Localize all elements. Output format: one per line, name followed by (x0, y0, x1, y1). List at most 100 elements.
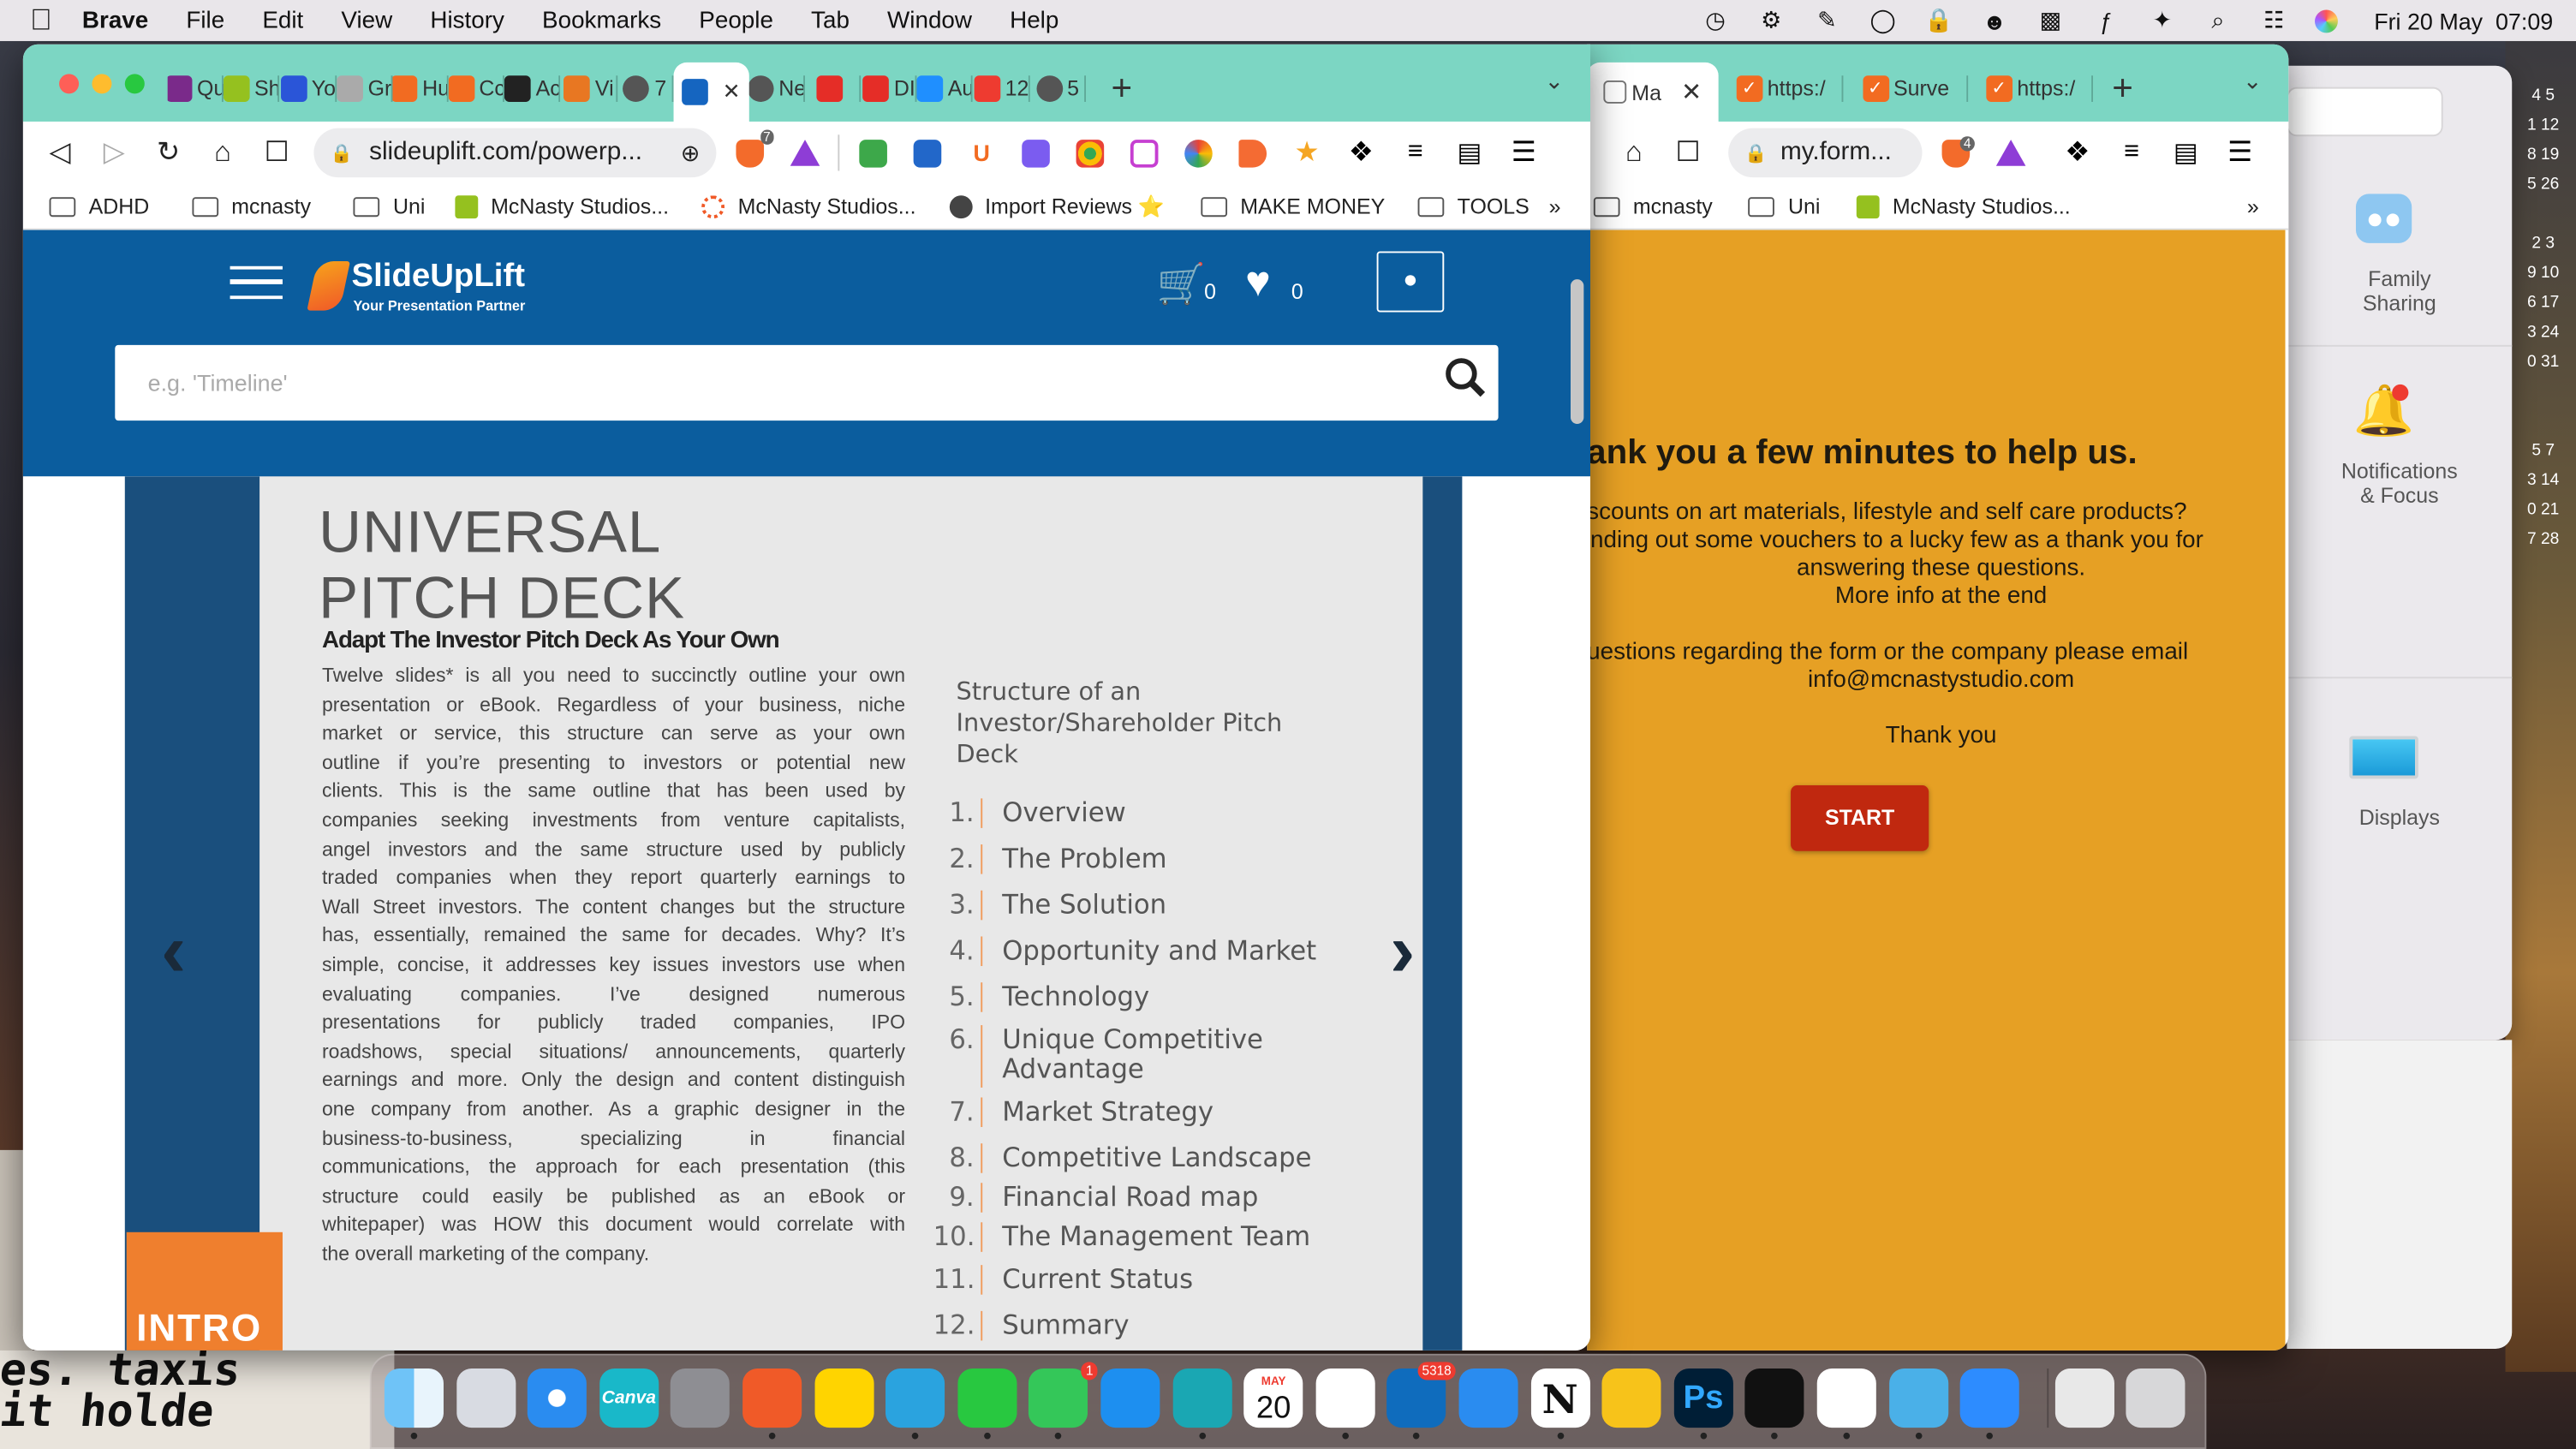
wallet-icon[interactable]: ▤ (2159, 128, 2213, 178)
menu-history[interactable]: History (430, 8, 504, 34)
forward-icon[interactable]: ▷ (87, 128, 141, 178)
tab-10[interactable]: Ne (748, 62, 805, 114)
outlook-icon[interactable]: 5318 (1386, 1362, 1457, 1428)
bookmark-item[interactable]: mcnasty (192, 194, 311, 218)
close-tab-icon[interactable]: ✕ (723, 79, 741, 105)
finder-icon[interactable] (384, 1368, 444, 1428)
extension-icon[interactable]: U (955, 128, 1009, 178)
safari-icon[interactable] (528, 1368, 587, 1428)
apple-menu-icon[interactable]:  (0, 3, 82, 38)
minimize-window-button[interactable] (92, 73, 112, 93)
menu-edit[interactable]: Edit (262, 8, 303, 34)
slideuplift-logo[interactable]: SlideUpLift (352, 258, 525, 295)
extension-icon[interactable] (846, 128, 900, 178)
avatar-app-icon[interactable] (1888, 1368, 1948, 1428)
account-user-icon[interactable]: ● (1376, 251, 1445, 313)
photoshop-icon[interactable]: Ps (1673, 1368, 1733, 1428)
lock-icon[interactable]: 🔒 (1924, 7, 1954, 34)
displays-icon[interactable] (2349, 736, 2418, 779)
reload-icon[interactable]: ↻ (141, 128, 195, 178)
system-preferences-icon[interactable] (671, 1368, 730, 1428)
close-window-button[interactable] (59, 73, 80, 93)
tab-survey[interactable]: ✓ Surve (1843, 62, 1969, 114)
messages-icon[interactable]: 1 (1029, 1362, 1099, 1428)
scrivener-icon[interactable] (1172, 1368, 1232, 1428)
extension-icon[interactable] (1118, 128, 1172, 178)
bookmark-item[interactable]: Uni (353, 194, 425, 218)
menu-hamburger-icon[interactable]: ☰ (2213, 128, 2267, 178)
extension-icon[interactable] (1009, 128, 1063, 178)
bookmark-item[interactable]: MAKE MONEY (1201, 194, 1385, 218)
left-address-bar[interactable]: 🔒 slideuplift.com/powerp... ⊕ (313, 128, 717, 178)
bookmark-folder-uni[interactable]: Uni (1748, 194, 1820, 218)
bookmark-item[interactable]: TOOLS (1417, 194, 1530, 218)
tes-icon[interactable] (1601, 1368, 1661, 1428)
page-scrollbar[interactable] (1570, 279, 1584, 424)
tab-mcnasty-form[interactable]: Ma ✕ (1587, 62, 1719, 122)
family-sharing-label[interactable]: Family Sharing (2287, 266, 2512, 316)
activity-monitor-icon[interactable] (1745, 1368, 1805, 1428)
right-address-bar[interactable]: 🔒 my.form... (1728, 128, 1923, 178)
whatsapp-icon[interactable] (957, 1368, 1017, 1428)
user-icon[interactable]: ☻ (1980, 8, 2010, 34)
testflight-icon[interactable] (1458, 1368, 1518, 1428)
app-menu-brave[interactable]: Brave (82, 8, 148, 34)
setapp-icon[interactable]: ✦ (2147, 7, 2177, 34)
tab-list-chevron-icon[interactable]: ⌄ (1535, 54, 1574, 106)
menu-window[interactable]: Window (887, 8, 972, 34)
pdf-document-icon[interactable] (2054, 1368, 2114, 1428)
wishlist-heart-icon[interactable]: ♥ (1245, 256, 1271, 307)
tab-5[interactable]: Cc (448, 62, 505, 114)
playlist-icon[interactable]: ≡ (1388, 128, 1442, 178)
family-sharing-icon[interactable]: ●● (2355, 194, 2412, 243)
previous-slide-chevron-icon[interactable]: ‹ (161, 912, 186, 987)
wallet-icon[interactable]: ▤ (1442, 128, 1496, 178)
extension-icon[interactable] (1172, 128, 1225, 178)
display-icon[interactable]: ▩ (2036, 7, 2066, 34)
menu-hamburger-icon[interactable]: ☰ (1497, 128, 1551, 178)
hamburger-menu-icon[interactable] (230, 265, 283, 300)
tab-11[interactable] (805, 62, 862, 114)
back-icon[interactable]: ◁ (33, 128, 86, 178)
bookmark-mcnasty-studios[interactable]: McNasty Studios... (1856, 194, 2071, 218)
settings-gear-icon[interactable]: ⚙ (1756, 7, 1786, 34)
zoom-icon[interactable]: ⊕ (681, 139, 701, 167)
notifications-label[interactable]: Notifications & Focus (2287, 458, 2512, 508)
brave-rewards-icon[interactable] (777, 128, 831, 178)
displays-label[interactable]: Displays (2287, 805, 2512, 830)
extension-icon[interactable] (1063, 128, 1117, 178)
bookmark-item[interactable]: Import Reviews ⭐ (948, 193, 1165, 219)
siri-icon[interactable] (2315, 9, 2339, 33)
notion-icon[interactable]: N (1530, 1368, 1590, 1428)
control-center-icon[interactable]: ☷ (2259, 7, 2289, 34)
menu-help[interactable]: Help (1010, 8, 1058, 34)
bookmarks-overflow-button[interactable]: » (2247, 194, 2259, 218)
new-tab-plus-icon[interactable]: + (1092, 62, 1151, 114)
bookmark-folder-mcnasty[interactable]: mcnasty (1593, 194, 1713, 218)
brave-shields-icon[interactable]: 7 (723, 128, 777, 178)
close-tab-icon[interactable]: ✕ (1681, 77, 1702, 107)
bookmark-item[interactable]: McNasty Studios... (454, 194, 669, 218)
tab-3[interactable]: Gr (336, 62, 393, 114)
survey-email[interactable]: info@mcnastystudio.com (1587, 667, 2285, 695)
tab-9[interactable]: ✕ (672, 62, 749, 122)
tab-1[interactable]: Sh (224, 62, 280, 114)
extensions-puzzle-icon[interactable]: ❖ (1334, 128, 1388, 178)
megaphone-icon[interactable] (1225, 128, 1279, 178)
tab-0[interactable]: Qu (167, 62, 224, 114)
menu-bar-clock[interactable]: Fri 20 May 07:09 (2374, 8, 2553, 34)
tab-6[interactable]: Ac (504, 62, 561, 114)
tab-7[interactable]: Vi (561, 62, 617, 114)
menu-view[interactable]: View (341, 8, 392, 34)
next-slide-chevron-icon[interactable]: › (1390, 912, 1415, 987)
brave-shields-icon[interactable]: 4 (1929, 128, 1983, 178)
home-icon[interactable]: ⌂ (1607, 128, 1661, 178)
launchpad-icon[interactable] (456, 1368, 516, 1428)
brave-browser-icon[interactable] (742, 1368, 802, 1428)
canva-icon[interactable]: Canva (599, 1368, 659, 1428)
prefs-search-field[interactable] (2287, 86, 2443, 137)
star-extension-icon[interactable]: ★ (1279, 128, 1333, 178)
time-machine-icon[interactable]: ◷ (1701, 7, 1731, 34)
new-tab-plus-icon[interactable]: + (2093, 62, 2152, 114)
menu-people[interactable]: People (699, 8, 773, 34)
